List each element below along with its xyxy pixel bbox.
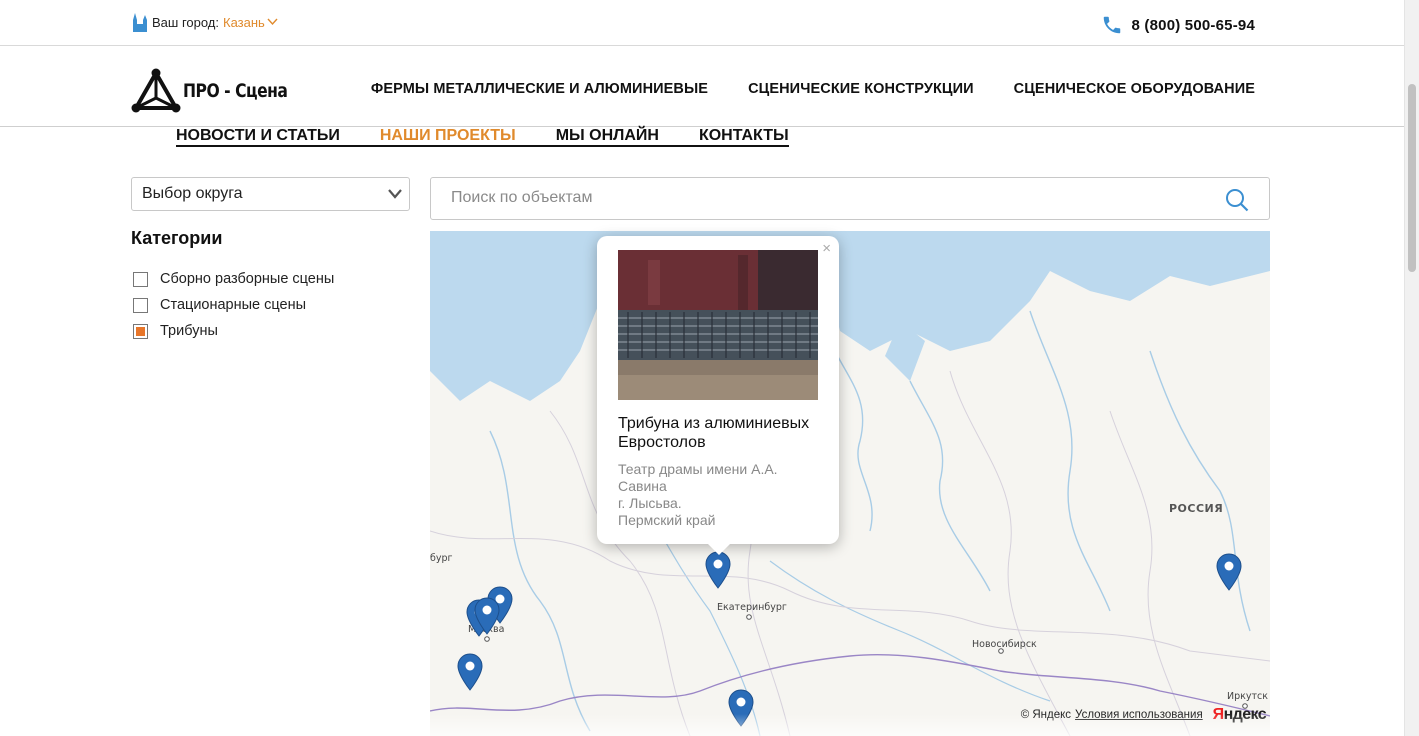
- category-label: Трибуны: [160, 323, 218, 339]
- close-icon[interactable]: ×: [822, 240, 831, 257]
- category-item[interactable]: Трибуны: [133, 318, 334, 344]
- nav-trusses[interactable]: ФЕРМЫ МЕТАЛЛИЧЕСКИЕ И АЛЮМИНИЕВЫЕ: [371, 81, 708, 97]
- nav-stage-structures[interactable]: СЦЕНИЧЕСКИЕ КОНСТРУКЦИИ: [748, 81, 974, 97]
- map-label-irkutsk: Иркутск: [1227, 691, 1268, 702]
- logo-text: ПРО - Сцена: [183, 80, 288, 102]
- category-item[interactable]: Сборно разборные сцены: [133, 266, 334, 292]
- phone-link[interactable]: 8 (800) 500-65-94: [1101, 14, 1255, 36]
- chevron-down-icon: [388, 189, 402, 199]
- category-checkbox[interactable]: [133, 271, 148, 287]
- category-label: Сборно разборные сцены: [160, 271, 335, 287]
- district-select[interactable]: Выбор округа: [131, 177, 410, 211]
- category-checkbox[interactable]: [133, 297, 148, 313]
- map-base: [430, 231, 1270, 736]
- triangle-logo-icon: [131, 68, 181, 113]
- page-scrollbar[interactable]: [1404, 0, 1419, 736]
- site-header: ПРО - Сцена ФЕРМЫ МЕТАЛЛИЧЕСКИЕ И АЛЮМИН…: [0, 46, 1404, 127]
- search-icon[interactable]: [1225, 188, 1249, 212]
- yandex-logo-rest: ндекс: [1223, 706, 1267, 723]
- nav-online[interactable]: МЫ ОНЛАЙН: [556, 127, 659, 144]
- phone-number[interactable]: 8 (800) 500-65-94: [1132, 17, 1255, 34]
- project-description: Театр драмы имени А.А. Савина г. Лысьва.…: [618, 461, 823, 529]
- tribune-photo-illustration: [618, 250, 818, 400]
- map-label-novosibirsk: Новосибирск: [972, 639, 1037, 650]
- nav-stage-equipment[interactable]: СЦЕНИЧЕСКОЕ ОБОРУДОВАНИЕ: [1014, 81, 1255, 97]
- logo[interactable]: ПРО - Сцена: [131, 68, 310, 114]
- map-label-ekaterinburg: Екатеринбург: [717, 602, 787, 613]
- search-box: [430, 177, 1270, 220]
- project-region: Пермский край: [618, 512, 716, 528]
- category-list: Сборно разборные сцены Стационарные сцен…: [133, 266, 334, 344]
- kremlin-icon: [133, 13, 147, 32]
- copyright-text: © Яндекс: [1020, 709, 1072, 721]
- map-pin-icon[interactable]: [728, 689, 754, 727]
- district-select-value: Выбор округа: [142, 185, 243, 202]
- main-nav: ФЕРМЫ МЕТАЛЛИЧЕСКИЕ И АЛЮМИНИЕВЫЕ СЦЕНИЧ…: [371, 81, 1255, 97]
- map-pin-icon[interactable]: [1216, 553, 1242, 591]
- project-town: г. Лысьва.: [618, 495, 682, 511]
- map-pin-icon[interactable]: [474, 597, 500, 635]
- category-item[interactable]: Стационарные сцены: [133, 292, 334, 318]
- city-label: Ваш город:: [152, 14, 219, 30]
- yandex-logo-ya: Я: [1212, 706, 1225, 723]
- map-label-russia: РОССИЯ: [1169, 502, 1224, 515]
- city-value[interactable]: Казань: [223, 15, 265, 30]
- map-copyright: © Яндекс Условия использования Яндекс: [1020, 706, 1267, 724]
- top-bar: Ваш город: Казань 8 (800) 500-65-94: [0, 0, 1404, 46]
- nav-contacts[interactable]: КОНТАКТЫ: [699, 127, 789, 144]
- categories-heading: Категории: [131, 228, 223, 248]
- chevron-down-icon[interactable]: [267, 18, 278, 26]
- map-pin-icon[interactable]: [457, 653, 483, 691]
- map-pin-icon[interactable]: [705, 551, 731, 589]
- secondary-nav: НОВОСТИ И СТАТЬИ НАШИ ПРОЕКТЫ МЫ ОНЛАЙН …: [176, 127, 789, 147]
- category-checkbox-checked[interactable]: [133, 323, 148, 339]
- search-input[interactable]: [451, 189, 1211, 207]
- map-balloon: × Трибуна из алюминиевых Евростолов Теат…: [597, 236, 839, 555]
- nav-projects[interactable]: НАШИ ПРОЕКТЫ: [380, 127, 516, 144]
- nav-news[interactable]: НОВОСТИ И СТАТЬИ: [176, 127, 340, 144]
- projects-map[interactable]: РОССИЯ Екатеринбург Новосибирск Иркутск …: [430, 231, 1270, 736]
- scrollbar-thumb[interactable]: [1408, 84, 1416, 272]
- terms-link[interactable]: Условия использования: [1075, 709, 1203, 721]
- project-title: Трибуна из алюминиевых Евростолов: [618, 415, 810, 451]
- project-photo: [618, 250, 818, 400]
- yandex-logo[interactable]: Яндекс: [1212, 706, 1267, 724]
- phone-icon: [1103, 16, 1120, 34]
- category-label: Стационарные сцены: [160, 297, 307, 313]
- city-selector[interactable]: Ваш город: Казань: [131, 12, 278, 32]
- project-theatre: Театр драмы имени А.А. Савина: [618, 461, 778, 494]
- map-label-spb: бург: [430, 553, 453, 564]
